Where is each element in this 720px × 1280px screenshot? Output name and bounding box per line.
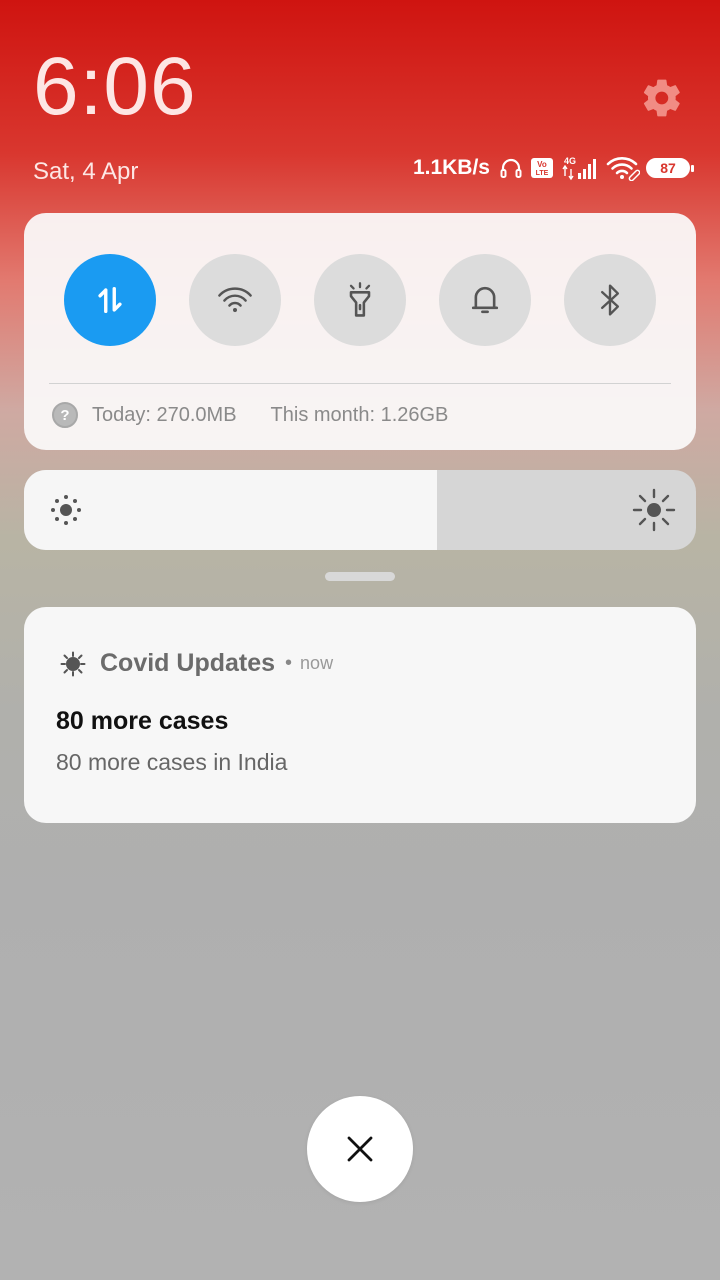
quick-toggles bbox=[64, 254, 656, 346]
clear-notifications-button[interactable] bbox=[307, 1096, 413, 1202]
status-bar: 1.1KB/s Vo LTE 4G 87 bbox=[412, 155, 694, 181]
gear-icon bbox=[643, 79, 680, 117]
divider bbox=[49, 383, 671, 384]
battery-level: 87 bbox=[660, 160, 676, 176]
headset-icon bbox=[500, 158, 522, 178]
brightness-low-icon bbox=[51, 495, 81, 525]
separator-dot: • bbox=[285, 652, 293, 674]
bluetooth-toggle[interactable] bbox=[564, 254, 656, 346]
bluetooth-icon bbox=[600, 284, 620, 316]
volte-icon: Vo LTE bbox=[531, 158, 553, 178]
close-icon bbox=[347, 1136, 373, 1162]
mobile-data-toggle[interactable] bbox=[64, 254, 156, 346]
help-icon: ? bbox=[52, 402, 78, 428]
svg-text:LTE: LTE bbox=[536, 170, 549, 177]
flashlight-icon bbox=[349, 282, 371, 317]
data-usage[interactable]: ? Today: 270.0MB This month: 1.26GB bbox=[52, 402, 448, 428]
battery-icon: 87 bbox=[646, 158, 694, 178]
notification-time: now bbox=[300, 653, 334, 673]
brightness-high-icon bbox=[632, 488, 676, 532]
svg-text:Vo: Vo bbox=[537, 160, 547, 169]
network-speed: 1.1KB/s bbox=[412, 156, 490, 179]
virus-icon bbox=[60, 651, 86, 676]
drag-handle[interactable] bbox=[325, 572, 395, 581]
notification-body: 80 more cases in India bbox=[56, 749, 288, 775]
flashlight-toggle[interactable] bbox=[314, 254, 406, 346]
notification-header: Covid Updates • now bbox=[60, 649, 333, 678]
signal-4g-icon: 4G bbox=[562, 156, 596, 181]
brightness-fill bbox=[24, 470, 438, 550]
wifi-toggle[interactable] bbox=[189, 254, 281, 346]
notification-app-name: Covid Updates bbox=[100, 649, 276, 677]
quick-settings-panel: ? Today: 270.0MB This month: 1.26GB bbox=[24, 213, 696, 450]
date[interactable]: Sat, 4 Apr bbox=[33, 158, 138, 186]
notification-title: 80 more cases bbox=[56, 707, 229, 735]
settings-button[interactable] bbox=[640, 76, 684, 120]
clock[interactable]: 6:06 bbox=[33, 46, 197, 128]
svg-text:4G: 4G bbox=[564, 156, 576, 166]
wifi-icon bbox=[218, 287, 252, 313]
bell-icon bbox=[471, 286, 499, 314]
data-transfer-icon bbox=[98, 286, 122, 314]
wifi-icon bbox=[606, 157, 640, 181]
brightness-slider[interactable] bbox=[24, 470, 696, 550]
usage-month: This month: 1.26GB bbox=[270, 403, 449, 426]
notification-card[interactable]: Covid Updates • now 80 more cases 80 mor… bbox=[24, 607, 696, 823]
usage-today: Today: 270.0MB bbox=[92, 403, 237, 426]
sound-toggle[interactable] bbox=[439, 254, 531, 346]
